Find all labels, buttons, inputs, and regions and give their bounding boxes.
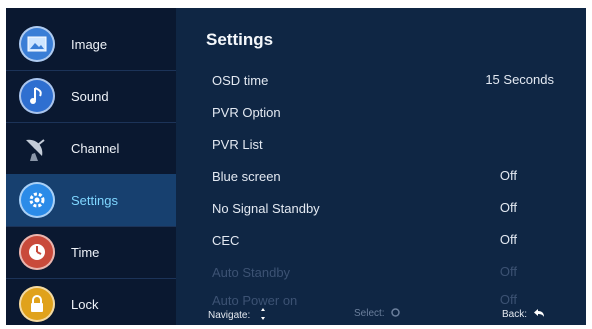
sidebar-item-label: Settings	[71, 192, 118, 208]
setting-value: Off	[499, 168, 517, 183]
setting-row-blue-screen[interactable]: Blue screen Off	[212, 162, 572, 190]
setting-label: PVR Option	[212, 104, 281, 120]
sidebar-item-time[interactable]: Time	[6, 226, 176, 279]
sidebar-item-label: Channel	[71, 140, 120, 156]
settings-panel: Settings OSD time 15 Seconds PVR Option …	[176, 8, 586, 325]
sidebar-item-label: Image	[71, 36, 108, 52]
setting-row-pvr-option[interactable]: PVR Option	[212, 98, 572, 126]
satellite-dish-icon	[19, 130, 55, 166]
sidebar-item-sound[interactable]: Sound	[6, 70, 176, 123]
setting-label: Auto Standby	[212, 264, 291, 280]
sidebar-item-image[interactable]: Image	[6, 18, 176, 71]
setting-label: Blue screen	[212, 168, 281, 184]
setting-value: Off	[499, 264, 517, 279]
setting-value: Off	[499, 232, 517, 247]
back-hint: Back:	[502, 308, 545, 320]
setting-label: PVR List	[212, 136, 263, 152]
sidebar-item-lock[interactable]: Lock	[6, 278, 176, 325]
setting-value: 15 Seconds	[485, 72, 554, 87]
sidebar-item-label: Time	[71, 244, 100, 260]
sidebar-item-label: Sound	[71, 88, 109, 104]
navigate-label: Navigate:	[208, 310, 251, 321]
back-label: Back:	[502, 309, 528, 320]
sidebar-item-label: Lock	[71, 296, 99, 312]
ok-button-icon	[391, 308, 401, 317]
select-label: Select:	[354, 308, 385, 319]
select-hint: Select:	[354, 308, 401, 319]
navigate-hint: Navigate:	[208, 308, 269, 321]
setting-label: OSD time	[212, 72, 269, 88]
gear-icon	[19, 182, 55, 218]
footer-hints: Navigate: Select: Back:	[176, 303, 586, 325]
setting-row-cec[interactable]: CEC Off	[212, 226, 572, 254]
sidebar-item-settings[interactable]: Settings	[6, 174, 176, 227]
padlock-icon	[19, 286, 55, 322]
dpad-icon	[261, 308, 266, 320]
return-arrow-icon	[533, 309, 544, 317]
music-note-icon	[19, 78, 55, 114]
setting-label: No Signal Standby	[212, 200, 320, 216]
sidebar-item-channel[interactable]: Channel	[6, 122, 176, 175]
tv-menu-screen: Image Sound Channel Settings Time Lock S…	[6, 8, 586, 325]
image-icon	[19, 26, 55, 62]
sidebar: Image Sound Channel Settings Time Lock	[6, 8, 176, 325]
setting-label: CEC	[212, 232, 240, 248]
setting-row-auto-standby: Auto Standby Off	[212, 258, 572, 286]
setting-row-no-signal-standby[interactable]: No Signal Standby Off	[212, 194, 572, 222]
clock-icon	[19, 234, 55, 270]
page-title: Settings	[206, 30, 274, 49]
setting-row-osd-time[interactable]: OSD time 15 Seconds	[212, 66, 572, 94]
setting-row-pvr-list[interactable]: PVR List	[212, 130, 572, 158]
setting-value: Off	[499, 200, 517, 215]
